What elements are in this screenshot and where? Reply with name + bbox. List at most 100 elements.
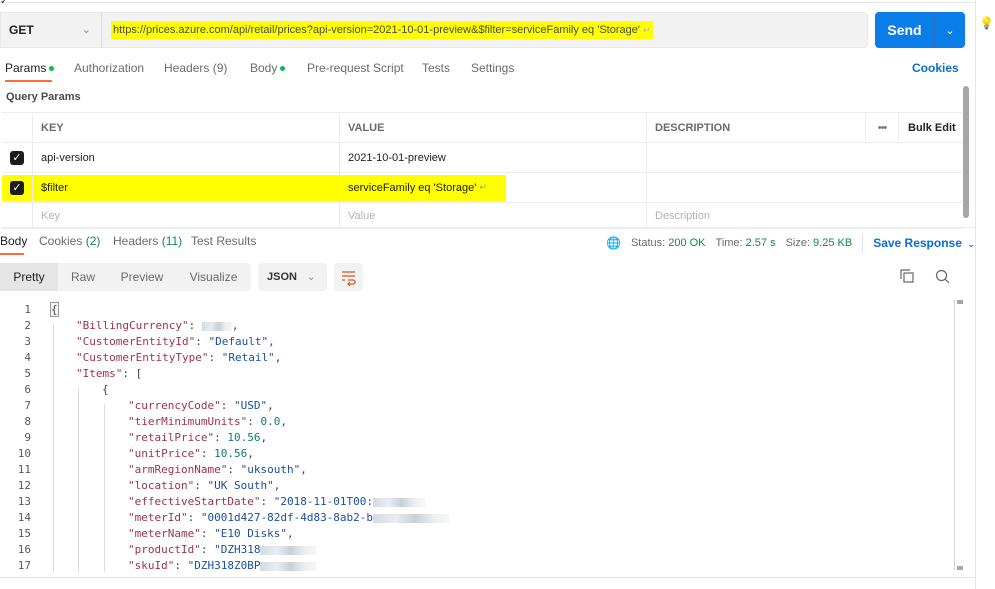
time-value[interactable]: 2.57 s — [746, 237, 776, 249]
method-label: GET — [9, 23, 34, 37]
save-response-button[interactable]: Save Response ⌄ — [873, 236, 975, 250]
json-string: "UK South" — [207, 479, 274, 492]
checkbox-checked[interactable]: ✓ — [10, 180, 24, 195]
json-punct: , — [260, 431, 268, 444]
view-preview[interactable]: Preview — [108, 263, 176, 291]
key-placeholder[interactable]: Key — [32, 203, 339, 228]
query-params-title: Query Params — [6, 91, 81, 103]
json-key: "unitPrice" — [128, 447, 201, 460]
request-tabs: Params Authorization Headers (9) Body Pr… — [0, 58, 960, 82]
json-number: 0.0 — [260, 415, 281, 428]
right-sidebar: 💡 — [975, 0, 995, 589]
tab-body[interactable]: Body — [250, 61, 286, 75]
more-options-icon[interactable]: ••• — [865, 113, 898, 142]
view-visualize[interactable]: Visualize — [176, 263, 251, 291]
line-number: 9 — [24, 431, 31, 444]
code-line: 1{ — [0, 302, 955, 318]
response-tab-cookies[interactable]: Cookies (2) — [39, 234, 100, 248]
search-icon[interactable] — [935, 269, 950, 284]
json-key: "CustomerEntityType" — [76, 351, 209, 364]
lightbulb-icon[interactable]: 💡 — [979, 16, 994, 30]
tab-settings[interactable]: Settings — [471, 61, 514, 75]
json-punct: , — [231, 319, 239, 332]
json-key: "effectiveStartDate" — [128, 495, 261, 508]
response-scrollbar[interactable] — [952, 300, 965, 570]
tab-tests[interactable]: Tests — [422, 61, 450, 75]
method-select[interactable]: GET ⌄ — [0, 12, 102, 48]
json-key: "retailPrice" — [128, 431, 215, 444]
cookies-link[interactable]: Cookies — [912, 61, 959, 75]
format-select[interactable]: JSON ⌄ — [258, 263, 327, 291]
code-line: 9 "retailPrice": 10.56, — [0, 430, 955, 446]
json-string: "E10 Disks" — [214, 527, 287, 540]
checkbox-checked[interactable]: ✓ — [10, 150, 24, 165]
json-key: "meterName" — [128, 527, 201, 540]
json-punct: : — [200, 543, 215, 556]
network-globe-icon[interactable]: 🌐 — [606, 236, 621, 250]
tab-params[interactable]: Params — [5, 61, 55, 75]
param-description[interactable] — [646, 173, 865, 202]
url-value: https://prices.azure.com/api/retail/pric… — [113, 24, 640, 36]
param-key[interactable]: $filter — [32, 173, 339, 202]
top-divider — [0, 2, 975, 3]
param-value[interactable]: serviceFamily eq 'Storage' ↵ — [339, 173, 646, 202]
json-punct: : — [174, 559, 188, 572]
json-key: "productId" — [128, 543, 201, 556]
json-punct: : — [260, 495, 274, 508]
code-text: "currencyCode": "USD", — [128, 398, 274, 414]
params-scrollbar[interactable] — [963, 86, 969, 218]
tab-label: Settings — [471, 61, 515, 75]
view-pretty[interactable]: Pretty — [0, 263, 58, 291]
code-text: "location": "UK South", — [128, 478, 280, 494]
line-number: 6 — [24, 383, 31, 396]
scroll-up-arrow[interactable] — [957, 300, 963, 304]
line-number: 15 — [17, 527, 31, 540]
code-line: 17 "skuId": "DZH318Z0BP — [0, 558, 955, 572]
size-value[interactable]: 9.25 KB — [813, 237, 852, 249]
tab-count: (2) — [85, 234, 101, 248]
code-text: "CustomerEntityType": "Retail", — [76, 350, 281, 366]
copy-icon[interactable] — [900, 269, 914, 283]
tab-label: Params — [5, 61, 47, 75]
json-punct: : — [200, 447, 215, 460]
json-punct: , — [286, 527, 294, 540]
json-punct: : — [200, 527, 215, 540]
tab-label: Pre-request Script — [307, 61, 404, 75]
param-value[interactable]: 2021-10-01-preview — [339, 143, 646, 172]
send-button[interactable]: Send — [875, 12, 935, 48]
url-input[interactable]: https://prices.azure.com/api/retail/pric… — [102, 12, 868, 48]
wrap-lines-button[interactable] — [334, 263, 363, 291]
code-line: 7 "currencyCode": "USD", — [0, 398, 955, 414]
param-description[interactable] — [646, 143, 865, 172]
param-value-text: serviceFamily eq 'Storage' — [348, 181, 477, 194]
response-tab-headers[interactable]: Headers (11) — [113, 234, 182, 248]
response-tab-test-results[interactable]: Test Results — [191, 234, 256, 248]
description-placeholder[interactable]: Description — [646, 203, 865, 228]
json-punct: { — [102, 383, 109, 396]
code-text: "meterName": "E10 Disks", — [128, 526, 294, 542]
line-number: 2 — [24, 319, 31, 332]
bulk-edit-button[interactable]: Bulk Edit — [898, 113, 962, 142]
value-placeholder[interactable]: Value — [339, 203, 646, 228]
response-body-code[interactable]: 1{2 "BillingCurrency": , 3 "CustomerEntityI… — [0, 300, 955, 572]
active-response-tab-indicator — [0, 253, 24, 255]
send-options-chevron-icon[interactable]: ⌄ — [935, 12, 965, 48]
tab-pre-request-script[interactable]: Pre-request Script — [307, 61, 404, 75]
view-raw[interactable]: Raw — [58, 263, 108, 291]
code-text: "meterId": "0001d427-82df-4d83-8ab2-b — [128, 510, 450, 526]
tab-headers[interactable]: Headers (9) — [164, 61, 227, 75]
return-icon: ↵ — [479, 182, 487, 192]
line-number: 1 — [24, 303, 31, 316]
tab-authorization[interactable]: Authorization — [74, 61, 144, 75]
json-punct: , — [300, 463, 307, 476]
scroll-down-arrow[interactable] — [957, 566, 963, 570]
param-key[interactable]: api-version — [32, 143, 339, 172]
line-number: 17 — [17, 559, 31, 572]
code-text: "BillingCurrency": , — [76, 318, 238, 334]
response-tab-body[interactable]: Body — [0, 234, 27, 248]
json-string: "Retail" — [221, 351, 275, 364]
status-value[interactable]: 200 OK — [668, 237, 705, 249]
code-line: 2 "BillingCurrency": , — [0, 318, 955, 334]
scroll-track — [954, 300, 955, 570]
line-number: 8 — [24, 415, 31, 428]
